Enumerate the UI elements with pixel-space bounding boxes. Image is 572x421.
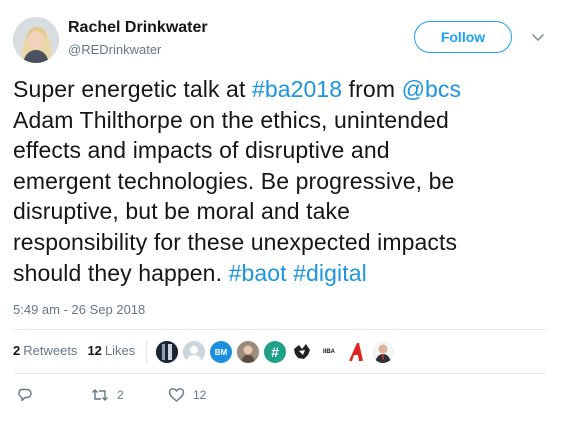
- tweet-text-line: emergent technologies. Be progressive, b…: [13, 167, 455, 194]
- tweet-text-line: Super energetic talk at #ba2018 from @bc…: [13, 76, 462, 102]
- retweet-count: 2: [117, 388, 124, 402]
- divider: [13, 373, 547, 374]
- liker-avatars: BM # IIBA: [156, 340, 399, 364]
- engagement-stats: 2 Retweets 12 Likes: [13, 343, 145, 358]
- tweet-text-line: Adam Thilthorpe on the ethics, unintende…: [13, 106, 449, 133]
- liker-avatar[interactable]: IIBA: [318, 341, 340, 363]
- tweet-card: Rachel Drinkwater @REDrinkwater Follow S…: [0, 0, 572, 421]
- liker-avatar[interactable]: [372, 341, 394, 363]
- tweet-text-line: should they happen. #baot #digital: [13, 259, 367, 286]
- hashtag-link[interactable]: #baot: [229, 260, 287, 286]
- user-handle[interactable]: @REDrinkwater: [68, 42, 161, 57]
- liker-avatar[interactable]: [156, 341, 178, 363]
- liker-avatar[interactable]: [183, 341, 205, 363]
- heart-icon: [168, 388, 185, 402]
- retweets-stat[interactable]: 2 Retweets: [13, 343, 77, 358]
- tweet-text: Super energetic talk at #ba2018 from @bc…: [13, 74, 553, 288]
- mention-link[interactable]: @bcs: [402, 76, 462, 102]
- liker-avatar[interactable]: #: [264, 341, 286, 363]
- hashtag-link[interactable]: #ba2018: [252, 76, 342, 102]
- follow-button[interactable]: Follow: [414, 21, 512, 53]
- liker-avatar[interactable]: [345, 341, 367, 363]
- divider: [146, 339, 147, 365]
- liker-avatar[interactable]: [237, 341, 259, 363]
- retweet-button[interactable]: 2: [91, 387, 124, 403]
- chevron-down-icon[interactable]: [530, 30, 546, 46]
- like-button[interactable]: 12: [168, 387, 206, 403]
- tweet-text-line: disruptive, but be moral and take: [13, 198, 350, 225]
- reply-button[interactable]: [17, 387, 33, 403]
- tweet-text-line: responsibility for these unexpected impa…: [13, 228, 458, 255]
- like-count: 12: [193, 388, 207, 402]
- hashtag-link[interactable]: #digital: [293, 260, 367, 286]
- retweet-icon: [92, 389, 108, 401]
- liker-avatar[interactable]: [291, 341, 313, 363]
- divider: [13, 329, 547, 330]
- reply-icon: [18, 388, 32, 402]
- user-display-name[interactable]: Rachel Drinkwater: [68, 19, 208, 37]
- likes-stat[interactable]: 12 Likes: [87, 343, 135, 358]
- user-avatar[interactable]: [13, 17, 59, 63]
- tweet-timestamp[interactable]: 5:49 am - 26 Sep 2018: [13, 302, 145, 317]
- liker-avatar[interactable]: BM: [210, 341, 232, 363]
- tweet-text-line: effects and impacts of disruptive and: [13, 137, 390, 164]
